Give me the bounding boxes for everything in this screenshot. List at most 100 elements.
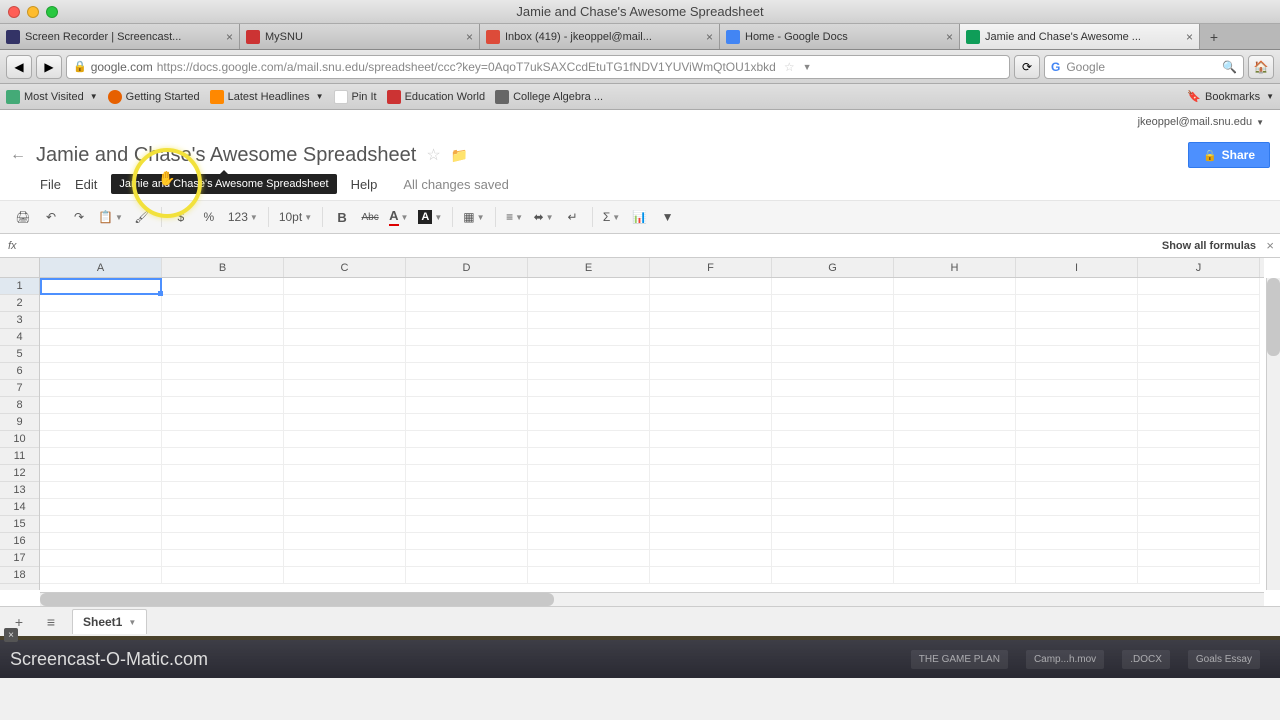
cell[interactable] <box>772 329 894 346</box>
cell[interactable] <box>40 567 162 584</box>
cell[interactable] <box>528 363 650 380</box>
cell[interactable] <box>528 448 650 465</box>
cell[interactable] <box>772 448 894 465</box>
cell[interactable] <box>162 312 284 329</box>
cell[interactable] <box>162 363 284 380</box>
cell[interactable] <box>1016 278 1138 295</box>
browser-tab[interactable]: MySNU× <box>240 24 480 49</box>
row-header[interactable]: 9 <box>0 414 39 431</box>
cell[interactable] <box>528 533 650 550</box>
row-header[interactable]: 1 <box>0 278 39 295</box>
cell[interactable] <box>1138 567 1260 584</box>
cell[interactable] <box>1138 482 1260 499</box>
paste-button[interactable]: 📋▼ <box>94 205 127 229</box>
cell[interactable] <box>1016 363 1138 380</box>
cell[interactable] <box>1016 380 1138 397</box>
cell[interactable] <box>406 312 528 329</box>
cell[interactable] <box>40 465 162 482</box>
cell[interactable] <box>406 465 528 482</box>
cell[interactable] <box>284 363 406 380</box>
search-input[interactable]: G Google 🔍 <box>1044 55 1244 79</box>
cell[interactable] <box>1138 448 1260 465</box>
chevron-down-icon[interactable]: ▼ <box>803 62 812 72</box>
cell[interactable] <box>650 346 772 363</box>
cell[interactable] <box>1138 312 1260 329</box>
cell[interactable] <box>162 567 284 584</box>
formula-input[interactable] <box>27 238 1272 253</box>
cell[interactable] <box>894 465 1016 482</box>
cell[interactable] <box>894 363 1016 380</box>
paint-format-button[interactable]: 🖌 <box>129 205 155 229</box>
cell[interactable] <box>650 431 772 448</box>
cell[interactable] <box>528 346 650 363</box>
row-header[interactable]: 18 <box>0 567 39 584</box>
cell[interactable] <box>162 295 284 312</box>
star-icon[interactable]: ☆ <box>426 145 440 165</box>
bookmark-star-icon[interactable]: ☆ <box>780 60 799 74</box>
cell[interactable] <box>284 499 406 516</box>
cell[interactable] <box>1138 329 1260 346</box>
cell[interactable] <box>650 550 772 567</box>
cell[interactable] <box>894 567 1016 584</box>
cell[interactable] <box>406 329 528 346</box>
cell[interactable] <box>1016 397 1138 414</box>
search-icon[interactable]: 🔍 <box>1222 60 1237 74</box>
redo-button[interactable]: ↷ <box>66 205 92 229</box>
new-tab-button[interactable]: + <box>1200 24 1228 49</box>
cell[interactable] <box>772 533 894 550</box>
cell[interactable] <box>40 346 162 363</box>
cell[interactable] <box>772 278 894 295</box>
browser-tab-active[interactable]: Jamie and Chase's Awesome ...× <box>960 24 1200 49</box>
cell[interactable] <box>894 329 1016 346</box>
cell[interactable] <box>40 414 162 431</box>
forward-button[interactable]: ▶ <box>36 55 62 79</box>
cell[interactable] <box>1138 397 1260 414</box>
cell[interactable] <box>650 482 772 499</box>
bookmark-item[interactable]: Most Visited▼ <box>6 90 98 104</box>
back-button[interactable]: ◀ <box>6 55 32 79</box>
cell[interactable] <box>1138 431 1260 448</box>
cell[interactable] <box>406 499 528 516</box>
zoom-window-button[interactable] <box>46 6 58 18</box>
currency-button[interactable]: $ <box>168 205 194 229</box>
row-header[interactable]: 7 <box>0 380 39 397</box>
cell[interactable] <box>284 448 406 465</box>
cell[interactable] <box>528 397 650 414</box>
cell[interactable] <box>772 346 894 363</box>
cell[interactable] <box>40 312 162 329</box>
cell[interactable] <box>772 482 894 499</box>
cell[interactable] <box>1016 312 1138 329</box>
cell[interactable] <box>1138 278 1260 295</box>
row-header[interactable]: 2 <box>0 295 39 312</box>
row-header[interactable]: 15 <box>0 516 39 533</box>
row-header[interactable]: 3 <box>0 312 39 329</box>
cell[interactable] <box>772 295 894 312</box>
column-header[interactable]: C <box>284 258 406 277</box>
cell[interactable] <box>162 380 284 397</box>
cell[interactable] <box>528 482 650 499</box>
cell[interactable] <box>284 312 406 329</box>
cell[interactable] <box>650 380 772 397</box>
chevron-down-icon[interactable]: ▼ <box>128 618 136 627</box>
cell[interactable] <box>284 329 406 346</box>
cell[interactable] <box>162 397 284 414</box>
cell[interactable] <box>1016 533 1138 550</box>
cell[interactable] <box>284 346 406 363</box>
cell[interactable] <box>772 363 894 380</box>
cell[interactable] <box>772 380 894 397</box>
close-icon[interactable]: × <box>466 30 473 44</box>
cell[interactable] <box>650 465 772 482</box>
show-all-formulas-button[interactable]: Show all formulas <box>1162 240 1256 252</box>
cell[interactable] <box>406 346 528 363</box>
cell[interactable] <box>284 516 406 533</box>
percent-button[interactable]: % <box>196 205 222 229</box>
row-header[interactable]: 11 <box>0 448 39 465</box>
bookmark-item[interactable]: Getting Started <box>108 90 200 104</box>
fill-color-button[interactable]: A▼ <box>414 205 446 229</box>
all-sheets-button[interactable]: ≡ <box>40 611 62 633</box>
row-header[interactable]: 4 <box>0 329 39 346</box>
cell[interactable] <box>1016 448 1138 465</box>
cell[interactable] <box>406 567 528 584</box>
cell[interactable] <box>1016 499 1138 516</box>
cell[interactable] <box>528 550 650 567</box>
